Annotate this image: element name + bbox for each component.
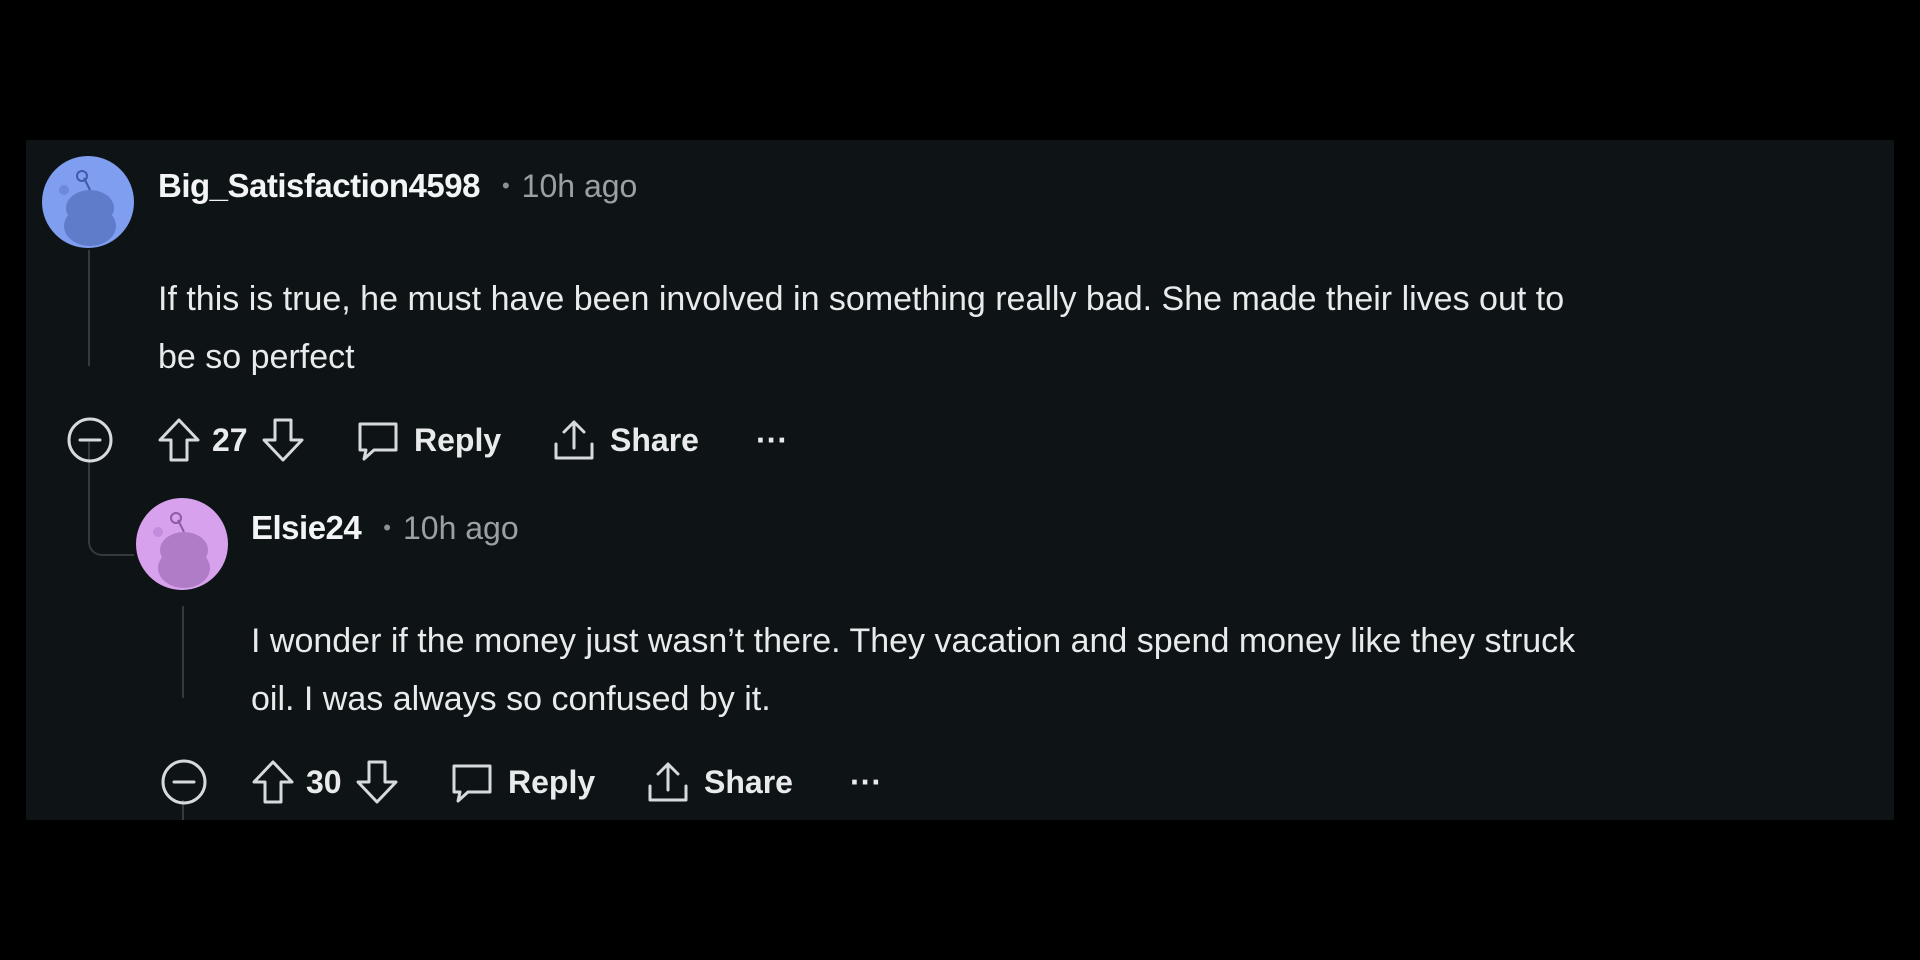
vote-count-value: 30 [306, 763, 342, 800]
thread-line-reply[interactable] [182, 606, 184, 698]
avatar[interactable] [136, 498, 228, 590]
upvote-button[interactable] [156, 411, 202, 469]
downvote-button[interactable] [354, 753, 400, 811]
more-options-button[interactable]: ··· [756, 411, 788, 469]
collapse-icon [67, 417, 113, 463]
comment-text-line: oil. I was always so confused by it. [251, 680, 771, 718]
snoo-avatar-icon [136, 498, 228, 590]
collapse-button[interactable] [158, 753, 210, 811]
separator-dot: • [501, 173, 510, 198]
more-icon: ··· [850, 763, 882, 800]
comment-action-bar: 30 Reply Share ··· [158, 753, 1058, 811]
comment-thread-panel: Big_Satisfaction4598 • 10h ago If this i… [26, 140, 1894, 820]
more-options-button[interactable]: ··· [850, 753, 882, 811]
vote-count-value: 27 [212, 421, 248, 458]
vote-count: 27 [212, 411, 248, 469]
avatar[interactable] [42, 156, 134, 248]
reply-label: Reply [508, 763, 596, 800]
downvote-icon [262, 418, 304, 462]
share-button[interactable]: Share [550, 411, 699, 469]
comment-text-line: be so perfect [158, 338, 355, 376]
comment-text-line: I wonder if the money just wasn’t there.… [251, 622, 1576, 660]
collapse-button[interactable] [64, 411, 116, 469]
share-icon [554, 420, 594, 460]
vote-count: 30 [306, 753, 342, 811]
reply-button[interactable]: Reply [448, 753, 595, 811]
downvote-icon [356, 760, 398, 804]
upvote-icon [252, 760, 294, 804]
comment-meta: Big_Satisfaction4598 • 10h ago [158, 166, 637, 206]
timestamp[interactable]: 10h ago [522, 168, 638, 205]
share-button[interactable]: Share [644, 753, 793, 811]
username[interactable]: Elsie24 [251, 509, 362, 547]
timestamp[interactable]: 10h ago [403, 510, 519, 547]
comment-body: I wonder if the money just wasn’t there.… [251, 612, 1575, 728]
username[interactable]: Big_Satisfaction4598 [158, 167, 480, 205]
collapse-icon [161, 759, 207, 805]
more-icon: ··· [756, 421, 788, 458]
separator-dot: • [383, 515, 391, 540]
comment-text-line: If this is true, he must have been invol… [158, 280, 1565, 318]
comment-bubble-icon [452, 764, 492, 803]
reply-button[interactable]: Reply [354, 411, 501, 469]
upvote-icon [158, 418, 200, 462]
downvote-button[interactable] [260, 411, 306, 469]
upvote-button[interactable] [250, 753, 296, 811]
snoo-avatar-icon [42, 156, 134, 248]
comment-bubble-icon [358, 422, 398, 461]
share-label: Share [704, 763, 793, 800]
comment-meta: Elsie24 • 10h ago [251, 508, 519, 548]
thread-line-root[interactable] [88, 250, 90, 366]
comment-action-bar: 27 Reply Share ··· [64, 411, 964, 469]
thread-connector [88, 520, 134, 556]
share-icon [648, 762, 688, 802]
comment-body: If this is true, he must have been invol… [158, 270, 1564, 386]
reply-label: Reply [414, 421, 502, 458]
share-label: Share [610, 421, 699, 458]
